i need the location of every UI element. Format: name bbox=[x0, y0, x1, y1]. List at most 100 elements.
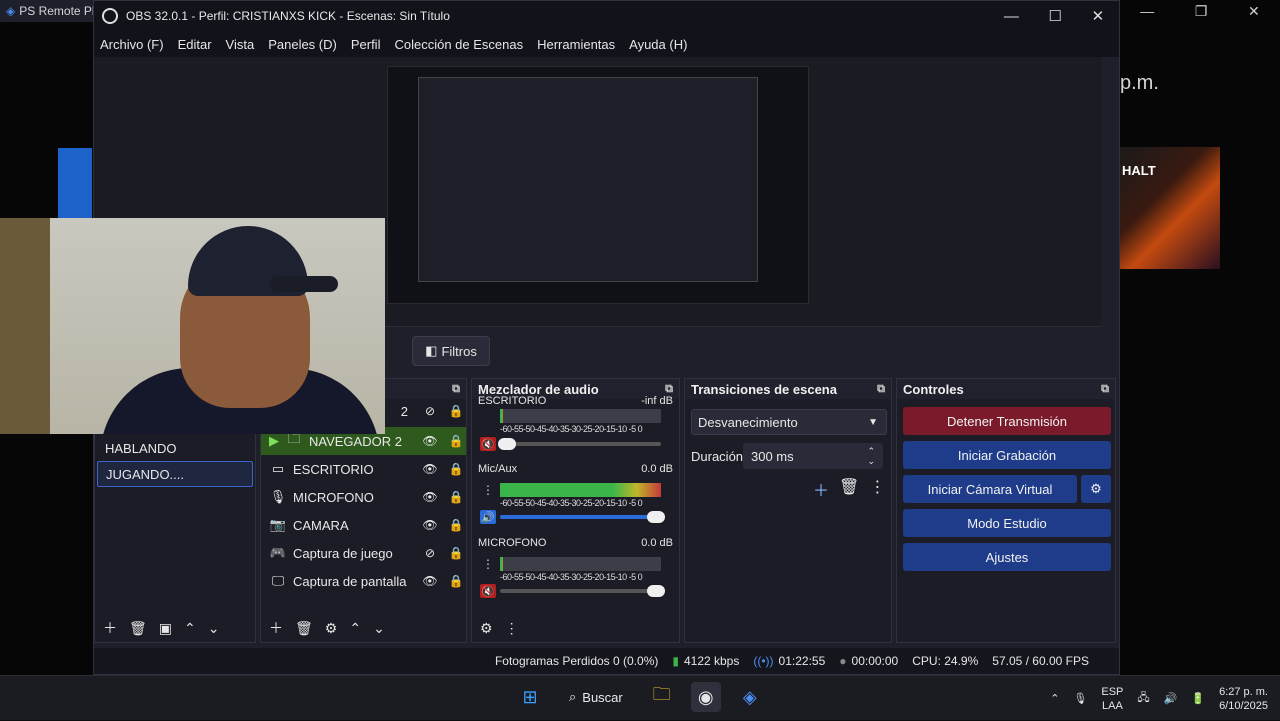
menu-editar[interactable]: Editar bbox=[178, 37, 212, 52]
lock-icon[interactable]: 🔒 bbox=[446, 434, 466, 448]
lock-icon[interactable]: 🔒 bbox=[446, 462, 466, 476]
eye-icon[interactable]: 👁 bbox=[420, 434, 440, 448]
hidden-icon[interactable]: ⊘ bbox=[420, 546, 440, 560]
lock-icon[interactable]: 🔒 bbox=[446, 546, 466, 560]
scene-item-jugando[interactable]: JUGANDO.... bbox=[97, 461, 253, 487]
source-item-captura-pantalla[interactable]: 🖵 Captura de pantalla 👁 🔒 bbox=[261, 567, 466, 595]
transition-select[interactable]: Desvanecimiento ▼ bbox=[691, 409, 887, 435]
menu-paneles[interactable]: Paneles (D) bbox=[268, 37, 337, 52]
eye-icon[interactable]: 👁 bbox=[420, 518, 440, 532]
source-item-captura-juego[interactable]: 🎮 Captura de juego ⊘ 🔒 bbox=[261, 539, 466, 567]
virtual-camera-settings-icon[interactable]: ⚙ bbox=[1081, 475, 1111, 503]
volume-slider[interactable] bbox=[500, 511, 665, 523]
ps-remote-icon: ◈ bbox=[6, 4, 16, 18]
channel-menu-icon[interactable]: ⋮ bbox=[482, 483, 494, 497]
advanced-audio-icon[interactable]: ⚙ bbox=[480, 620, 493, 637]
restore-icon[interactable]: ❐ bbox=[1195, 3, 1208, 20]
filters-scene-icon[interactable]: ▣ bbox=[159, 620, 172, 637]
studio-mode-button[interactable]: Modo Estudio bbox=[903, 509, 1111, 537]
lock-icon[interactable]: 🔒 bbox=[446, 518, 466, 532]
record-icon: ● bbox=[839, 654, 847, 668]
windows-start-icon[interactable]: ⊞ bbox=[515, 682, 545, 712]
move-down-icon[interactable]: ⌄ bbox=[208, 620, 220, 637]
volume-slider[interactable] bbox=[498, 438, 661, 450]
stepper-icon[interactable]: ⌃ ⌄ bbox=[867, 446, 875, 466]
speaker-icon[interactable]: 🔊 bbox=[480, 510, 496, 524]
obs-titlebar: OBS 32.0.1 - Perfil: CRISTIANXS KICK - E… bbox=[94, 1, 1119, 31]
muted-speaker-icon[interactable]: 🔇 bbox=[480, 437, 496, 451]
hidden-icon[interactable]: ⊘ bbox=[420, 404, 440, 418]
start-recording-button[interactable]: Iniciar Grabación bbox=[903, 441, 1111, 469]
obs-taskbar-icon[interactable]: ◉ bbox=[690, 682, 721, 712]
duration-input[interactable]: 300 ms ⌃ ⌄ bbox=[743, 443, 883, 469]
source-item-microfono[interactable]: 🎙 MICROFONO 👁 🔒 bbox=[261, 483, 466, 511]
volume-icon[interactable]: 🔊 bbox=[1164, 692, 1178, 705]
network-icon[interactable]: 🖧 bbox=[1137, 689, 1149, 708]
add-source-icon[interactable]: ＋ bbox=[269, 618, 283, 638]
close-icon[interactable]: ✕ bbox=[1248, 3, 1260, 20]
preview-canvas[interactable] bbox=[387, 66, 809, 304]
float-dock-icon[interactable]: ⧉ bbox=[877, 383, 885, 396]
volume-slider[interactable] bbox=[500, 585, 665, 597]
scene-item-hablando[interactable]: HABLANDO bbox=[97, 435, 253, 461]
language-top: ESP bbox=[1101, 685, 1124, 698]
audio-mixer-dock: Mezclador de audio ⧉ ESCRITORIO -inf dB … bbox=[471, 378, 680, 643]
source-item-escritorio[interactable]: ▭ ESCRITORIO 👁 🔒 bbox=[261, 455, 466, 483]
settings-button[interactable]: Ajustes bbox=[903, 543, 1111, 571]
monitor-icon: ▭ bbox=[271, 461, 285, 476]
file-explorer-icon[interactable]: 🗀 bbox=[647, 682, 677, 712]
expand-arrow-icon[interactable]: ▶ bbox=[269, 433, 279, 449]
float-dock-icon[interactable]: ⧉ bbox=[452, 383, 460, 396]
lock-icon[interactable]: 🔒 bbox=[446, 490, 466, 504]
eye-icon[interactable]: 👁 bbox=[420, 462, 440, 476]
lock-icon[interactable]: 🔒 bbox=[446, 574, 466, 588]
transition-menu-icon[interactable]: ⋮ bbox=[869, 477, 885, 501]
maximize-icon[interactable]: ☐ bbox=[1048, 7, 1061, 25]
move-up-icon[interactable]: ⌃ bbox=[349, 620, 361, 637]
meter-scale: -60-55-50-45-40-35-30-25-20-15-10 -5 0 bbox=[500, 498, 643, 508]
add-transition-icon[interactable]: ＋ bbox=[813, 477, 829, 501]
move-up-icon[interactable]: ⌃ bbox=[184, 620, 196, 637]
mixer-menu-icon[interactable]: ⋮ bbox=[505, 620, 519, 637]
float-dock-icon[interactable]: ⧉ bbox=[1101, 383, 1109, 396]
obs-menubar: Archivo (F) Editar Vista Paneles (D) Per… bbox=[94, 31, 1119, 57]
lock-icon[interactable]: 🔒 bbox=[446, 404, 466, 418]
stop-stream-button[interactable]: Detener Transmisión bbox=[903, 407, 1111, 435]
filters-button[interactable]: ◧ Filtros bbox=[412, 336, 490, 366]
remove-transition-icon[interactable]: 🗑 bbox=[839, 477, 859, 501]
move-down-icon[interactable]: ⌄ bbox=[373, 620, 385, 637]
scenes-toolbar: ＋ 🗑 ▣ ⌃ ⌄ bbox=[95, 614, 255, 642]
remove-source-icon[interactable]: 🗑 bbox=[295, 620, 313, 637]
eye-icon[interactable]: 👁 bbox=[420, 574, 440, 588]
microphone-icon[interactable]: 🎙 bbox=[1073, 692, 1087, 705]
system-tray: ⌃ 🎙 ESP LAA 🖧 🔊 🔋 6:27 p. m. 6/10/2025 bbox=[1050, 676, 1268, 721]
eye-icon[interactable]: 👁 bbox=[420, 490, 440, 504]
menu-ayuda[interactable]: Ayuda (H) bbox=[629, 37, 687, 52]
menu-archivo[interactable]: Archivo (F) bbox=[100, 37, 164, 52]
channel-menu-icon[interactable]: ⋮ bbox=[482, 557, 494, 571]
menu-herramientas[interactable]: Herramientas bbox=[537, 37, 615, 52]
menu-vista[interactable]: Vista bbox=[226, 37, 255, 52]
language-indicator[interactable]: ESP LAA bbox=[1101, 685, 1123, 713]
taskbar-search[interactable]: ⌕ Buscar bbox=[559, 682, 633, 712]
remote-play-taskbar-icon[interactable]: ◈ bbox=[735, 682, 765, 712]
source-properties-icon[interactable]: ⚙ bbox=[325, 620, 338, 637]
webcam-overlay bbox=[0, 218, 385, 434]
chevron-up-icon[interactable]: ⌃ bbox=[1050, 692, 1059, 705]
remove-scene-icon[interactable]: 🗑 bbox=[129, 620, 147, 637]
add-scene-icon[interactable]: ＋ bbox=[103, 618, 117, 638]
source-label: MICROFONO bbox=[293, 489, 374, 505]
start-virtual-camera-button[interactable]: Iniciar Cámara Virtual bbox=[903, 475, 1077, 503]
source-item-camara[interactable]: 📷 CAMARA 👁 🔒 bbox=[261, 511, 466, 539]
minimize-icon[interactable]: — bbox=[1140, 3, 1154, 19]
preview-nested-capture bbox=[418, 77, 758, 282]
filters-label: Filtros bbox=[441, 343, 477, 359]
bitrate: 4122 kbps bbox=[683, 654, 740, 668]
menu-coleccion-escenas[interactable]: Colección de Escenas bbox=[394, 37, 523, 52]
close-icon[interactable]: ✕ bbox=[1092, 7, 1105, 25]
menu-perfil[interactable]: Perfil bbox=[351, 37, 381, 52]
taskbar-clock[interactable]: 6:27 p. m. 6/10/2025 bbox=[1219, 685, 1268, 713]
battery-icon[interactable]: 🔋 bbox=[1191, 692, 1205, 705]
minimize-icon[interactable]: — bbox=[1004, 8, 1019, 25]
muted-speaker-icon[interactable]: 🔇 bbox=[480, 584, 496, 598]
